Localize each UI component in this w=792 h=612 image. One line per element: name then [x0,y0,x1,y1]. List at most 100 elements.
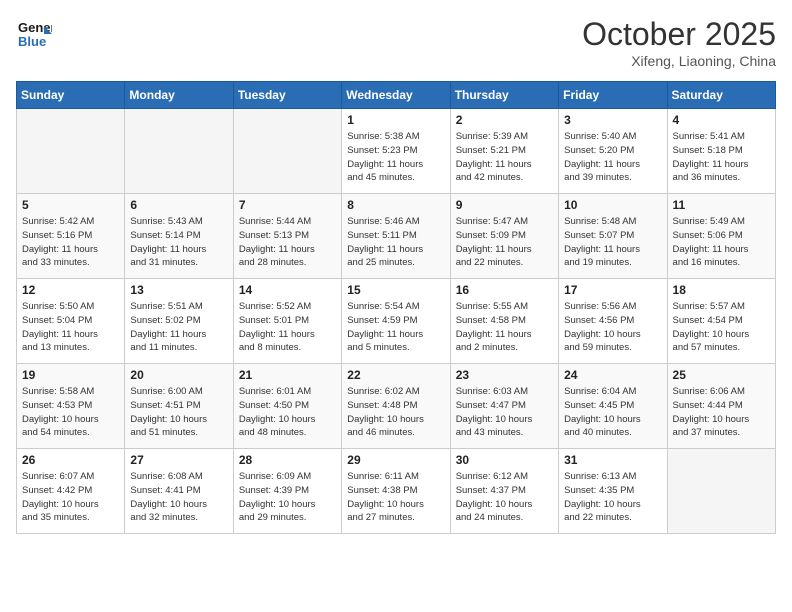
weekday-header-wednesday: Wednesday [342,82,450,109]
calendar-cell: 29Sunrise: 6:11 AMSunset: 4:38 PMDayligh… [342,449,450,534]
calendar-cell: 1 Sunrise: 5:38 AMSunset: 5:23 PMDaylight… [342,109,450,194]
day-info: Sunrise: 5:48 AMSunset: 5:07 PMDaylight:… [564,215,661,270]
day-number: 10 [564,198,661,212]
calendar-cell: 13Sunrise: 5:51 AMSunset: 5:02 PMDayligh… [125,279,233,364]
calendar-cell: 26 Sunrise: 6:07 AMSunset: 4:42 PMDayligh… [17,449,125,534]
day-number: 12 [22,283,119,297]
calendar-cell: 18Sunrise: 5:57 AMSunset: 4:54 PMDayligh… [667,279,775,364]
weekday-header-saturday: Saturday [667,82,775,109]
day-info: Sunrise: 5:50 AMSunset: 5:04 PMDaylight:… [22,300,119,355]
calendar-cell [125,109,233,194]
day-number: 16 [456,283,553,297]
calendar-week-4: 19 Sunrise: 5:58 AMSunset: 4:53 PMDayligh… [17,364,776,449]
day-number: 18 [673,283,770,297]
day-info: Sunrise: 6:03 AMSunset: 4:47 PMDaylight:… [456,385,553,440]
day-number: 13 [130,283,227,297]
day-number: 4 [673,113,770,127]
day-number: 6 [130,198,227,212]
calendar-cell: 7Sunrise: 5:44 AMSunset: 5:13 PMDaylight… [233,194,341,279]
day-number: 30 [456,453,553,467]
calendar-cell [667,449,775,534]
day-info: Sunrise: 5:40 AMSunset: 5:20 PMDaylight:… [564,130,661,185]
day-info: Sunrise: 6:08 AMSunset: 4:41 PMDaylight:… [130,470,227,525]
day-number: 8 [347,198,444,212]
calendar-cell: 8Sunrise: 5:46 AMSunset: 5:11 PMDaylight… [342,194,450,279]
day-number: 27 [130,453,227,467]
day-number: 26 [22,453,119,467]
day-info: Sunrise: 6:04 AMSunset: 4:45 PMDaylight:… [564,385,661,440]
day-info: Sunrise: 6:11 AMSunset: 4:38 PMDaylight:… [347,470,444,525]
calendar-cell: 23 Sunrise: 6:03 AMSunset: 4:47 PMDayligh… [450,364,558,449]
weekday-header-friday: Friday [559,82,667,109]
calendar-cell: 4 Sunrise: 5:41 AMSunset: 5:18 PMDaylight… [667,109,775,194]
calendar-cell: 14Sunrise: 5:52 AMSunset: 5:01 PMDayligh… [233,279,341,364]
day-number: 28 [239,453,336,467]
logo: General Blue [16,16,52,52]
day-info: Sunrise: 5:58 AMSunset: 4:53 PMDaylight:… [22,385,119,440]
calendar-cell: 20 Sunrise: 6:00 AMSunset: 4:51 PMDayligh… [125,364,233,449]
day-number: 11 [673,198,770,212]
day-number: 2 [456,113,553,127]
day-number: 20 [130,368,227,382]
day-number: 21 [239,368,336,382]
calendar-week-2: 5 Sunrise: 5:42 AMSunset: 5:16 PMDaylight… [17,194,776,279]
day-info: Sunrise: 5:47 AMSunset: 5:09 PMDaylight:… [456,215,553,270]
calendar-cell: 11 Sunrise: 5:49 AMSunset: 5:06 PMDayligh… [667,194,775,279]
weekday-header-thursday: Thursday [450,82,558,109]
day-number: 5 [22,198,119,212]
calendar-cell: 27 Sunrise: 6:08 AMSunset: 4:41 PMDayligh… [125,449,233,534]
calendar-cell: 24 Sunrise: 6:04 AMSunset: 4:45 PMDayligh… [559,364,667,449]
day-number: 23 [456,368,553,382]
day-number: 15 [347,283,444,297]
day-number: 31 [564,453,661,467]
day-info: Sunrise: 5:43 AMSunset: 5:14 PMDaylight:… [130,215,227,270]
calendar-cell: 25Sunrise: 6:06 AMSunset: 4:44 PMDayligh… [667,364,775,449]
day-number: 9 [456,198,553,212]
calendar-cell: 28Sunrise: 6:09 AMSunset: 4:39 PMDayligh… [233,449,341,534]
day-info: Sunrise: 5:39 AMSunset: 5:21 PMDaylight:… [456,130,553,185]
calendar-cell: 31 Sunrise: 6:13 AMSunset: 4:35 PMDayligh… [559,449,667,534]
day-info: Sunrise: 6:12 AMSunset: 4:37 PMDaylight:… [456,470,553,525]
calendar-cell [233,109,341,194]
calendar-cell: 16 Sunrise: 5:55 AMSunset: 4:58 PMDayligh… [450,279,558,364]
calendar-week-5: 26 Sunrise: 6:07 AMSunset: 4:42 PMDayligh… [17,449,776,534]
day-number: 7 [239,198,336,212]
day-info: Sunrise: 6:02 AMSunset: 4:48 PMDaylight:… [347,385,444,440]
day-info: Sunrise: 5:42 AMSunset: 5:16 PMDaylight:… [22,215,119,270]
day-info: Sunrise: 6:07 AMSunset: 4:42 PMDaylight:… [22,470,119,525]
weekday-header-sunday: Sunday [17,82,125,109]
location: Xifeng, Liaoning, China [582,53,776,69]
calendar-cell: 2 Sunrise: 5:39 AMSunset: 5:21 PMDaylight… [450,109,558,194]
calendar-table: SundayMondayTuesdayWednesdayThursdayFrid… [16,81,776,534]
day-info: Sunrise: 6:06 AMSunset: 4:44 PMDaylight:… [673,385,770,440]
title-block: October 2025 Xifeng, Liaoning, China [582,16,776,69]
day-info: Sunrise: 6:01 AMSunset: 4:50 PMDaylight:… [239,385,336,440]
logo-icon: General Blue [16,16,52,52]
day-info: Sunrise: 5:49 AMSunset: 5:06 PMDaylight:… [673,215,770,270]
day-info: Sunrise: 5:54 AMSunset: 4:59 PMDaylight:… [347,300,444,355]
day-info: Sunrise: 5:41 AMSunset: 5:18 PMDaylight:… [673,130,770,185]
weekday-header-tuesday: Tuesday [233,82,341,109]
day-number: 17 [564,283,661,297]
calendar-cell: 22Sunrise: 6:02 AMSunset: 4:48 PMDayligh… [342,364,450,449]
calendar-cell: 6 Sunrise: 5:43 AMSunset: 5:14 PMDaylight… [125,194,233,279]
calendar-cell: 9 Sunrise: 5:47 AMSunset: 5:09 PMDaylight… [450,194,558,279]
calendar-cell: 5 Sunrise: 5:42 AMSunset: 5:16 PMDaylight… [17,194,125,279]
calendar-cell: 10 Sunrise: 5:48 AMSunset: 5:07 PMDayligh… [559,194,667,279]
day-info: Sunrise: 5:55 AMSunset: 4:58 PMDaylight:… [456,300,553,355]
day-info: Sunrise: 5:38 AMSunset: 5:23 PMDaylight:… [347,130,444,185]
calendar-cell: 19 Sunrise: 5:58 AMSunset: 4:53 PMDayligh… [17,364,125,449]
weekday-header-monday: Monday [125,82,233,109]
day-number: 14 [239,283,336,297]
calendar-week-3: 12 Sunrise: 5:50 AMSunset: 5:04 PMDayligh… [17,279,776,364]
svg-text:Blue: Blue [18,34,46,49]
calendar-cell: 21 Sunrise: 6:01 AMSunset: 4:50 PMDayligh… [233,364,341,449]
day-info: Sunrise: 6:13 AMSunset: 4:35 PMDaylight:… [564,470,661,525]
day-number: 19 [22,368,119,382]
calendar-cell: 15 Sunrise: 5:54 AMSunset: 4:59 PMDayligh… [342,279,450,364]
day-info: Sunrise: 6:00 AMSunset: 4:51 PMDaylight:… [130,385,227,440]
day-number: 1 [347,113,444,127]
calendar-cell: 3Sunrise: 5:40 AMSunset: 5:20 PMDaylight… [559,109,667,194]
day-number: 24 [564,368,661,382]
page-header: General Blue October 2025 Xifeng, Liaoni… [16,16,776,69]
